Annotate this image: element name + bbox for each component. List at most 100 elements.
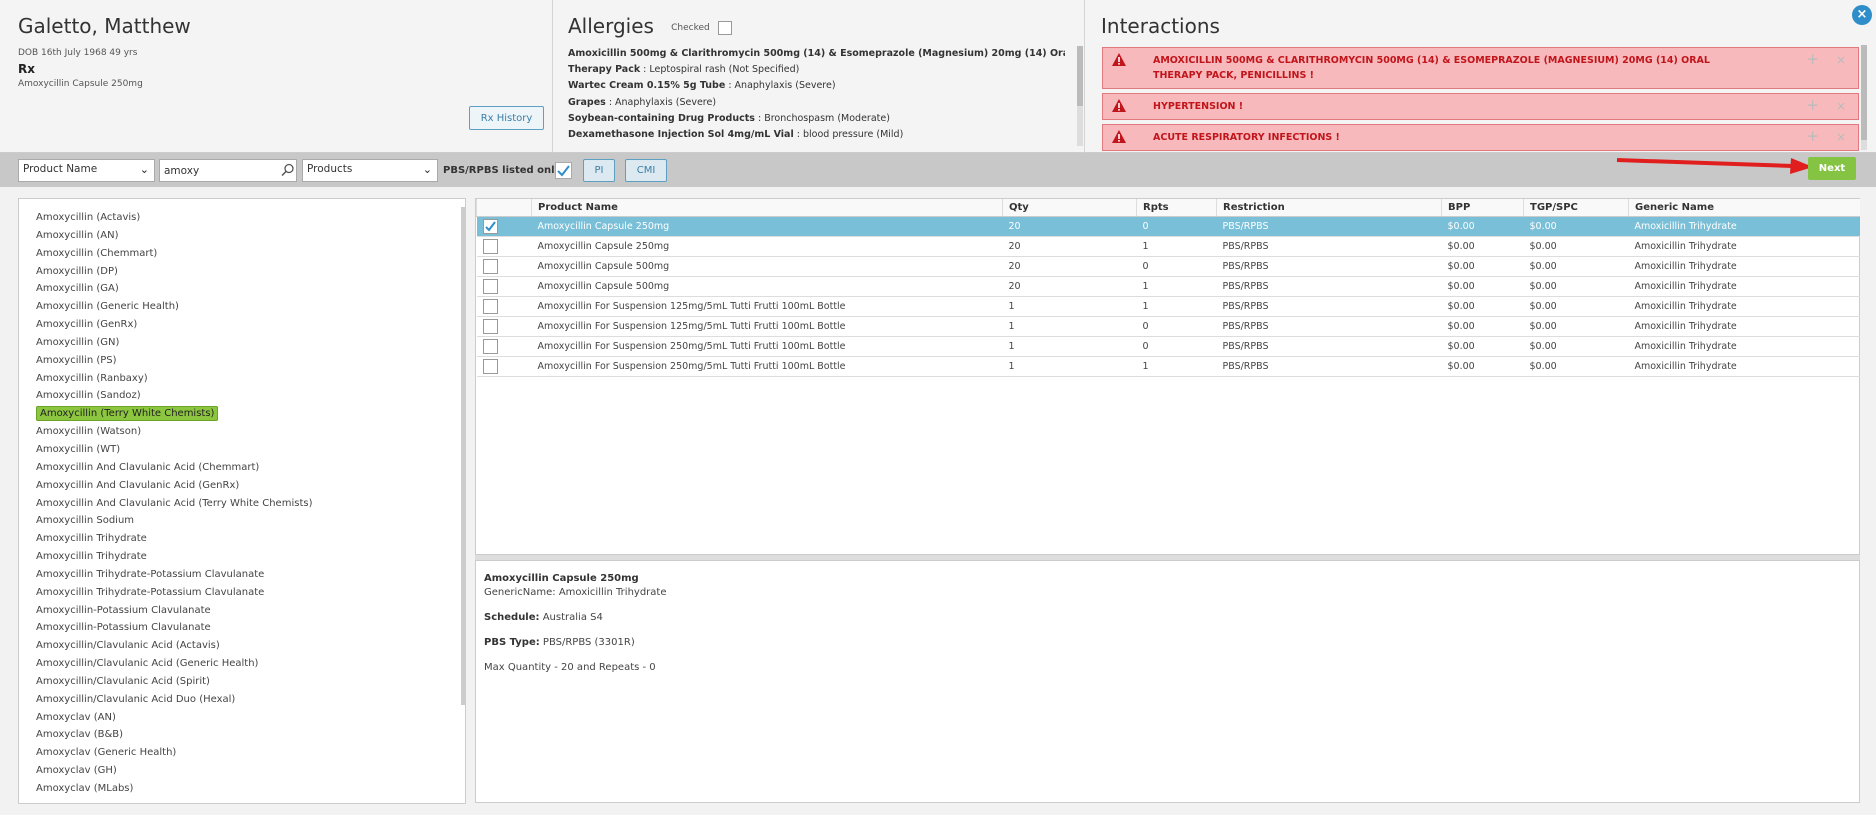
plus-icon[interactable]: + <box>1806 98 1819 113</box>
list-item[interactable]: Amoxyclav (Generic Health) <box>33 744 453 762</box>
table-row[interactable]: Amoxycillin Capsule 250mg 20 0 PBS/RPBS $0.0… <box>476 216 1860 237</box>
dismiss-icon[interactable]: × <box>1836 53 1846 68</box>
list-item[interactable]: Amoxycillin And Clavulanic Acid (Chemmar… <box>33 459 453 477</box>
column-header[interactable]: Qty <box>1002 199 1137 217</box>
column-header[interactable]: Restriction <box>1216 199 1442 217</box>
list-item[interactable]: Amoxycillin (Generic Health) <box>33 298 453 316</box>
plus-icon[interactable]: + <box>1806 52 1819 67</box>
list-item[interactable]: Amoxycillin/Clavulanic Acid (Generic Hea… <box>33 655 453 673</box>
list-item[interactable]: Amoxycillin (Ranbaxy) <box>33 370 453 388</box>
dismiss-icon[interactable]: × <box>1836 130 1846 145</box>
plus-icon[interactable]: + <box>1806 129 1819 144</box>
list-item[interactable]: Amoxycillin (GN) <box>33 334 453 352</box>
search-icon[interactable] <box>281 163 295 177</box>
list-item[interactable]: Amoxycillin (Chemmart) <box>33 245 453 263</box>
row-checkbox[interactable] <box>482 338 498 354</box>
list-item[interactable]: Amoxycillin/Clavulanic Acid Duo (Hexal) <box>33 691 453 709</box>
list-item-label: Amoxycillin And Clavulanic Acid (GenRx) <box>36 479 240 491</box>
list-item[interactable]: Amoxycillin (GenRx) <box>33 316 453 334</box>
table-row[interactable]: Amoxycillin For Suspension 250mg/5mL Tut… <box>476 356 1860 377</box>
list-item-label: Amoxyclav (Generic Health) <box>36 747 177 759</box>
list-item[interactable]: Amoxycillin (Sandoz) <box>33 387 453 405</box>
pbs-checkbox[interactable] <box>555 162 572 179</box>
list-item-label: Amoxycillin (Terry White Chemists) <box>36 406 219 422</box>
list-item-label: Amoxycillin Trihydrate-Potassium Clavula… <box>36 568 265 580</box>
interaction-item[interactable]: AMOXICILLIN 500MG & CLARITHROMYCIN 500MG… <box>1102 47 1859 89</box>
row-checkbox[interactable] <box>482 238 498 254</box>
table-cell: Amoxycillin Capsule 250mg <box>531 236 1003 257</box>
list-item[interactable]: Amoxycillin-Potassium Clavulanate <box>33 602 453 620</box>
list-item[interactable]: Amoxycillin (Actavis) <box>33 209 453 227</box>
rx-history-button[interactable]: Rx History <box>469 106 544 130</box>
allergies-checked-checkbox[interactable] <box>717 21 732 35</box>
column-header[interactable]: BPP <box>1441 199 1524 217</box>
row-checkbox[interactable] <box>482 278 498 294</box>
close-icon[interactable]: × <box>1852 5 1872 25</box>
pi-button[interactable]: PI <box>583 159 615 182</box>
header: Galetto, Matthew DOB 16th July 1968 49 y… <box>0 0 1876 153</box>
list-item[interactable]: Amoxycillin (DP) <box>33 263 453 281</box>
column-header[interactable]: TGP/SPC <box>1523 199 1629 217</box>
column-header[interactable]: Generic Name <box>1628 199 1860 217</box>
checkmark-icon <box>484 220 496 232</box>
allergies-checked: Checked <box>671 21 732 35</box>
detail-title: Amoxycillin Capsule 250mg <box>484 573 639 584</box>
search-input[interactable] <box>159 159 297 182</box>
next-button[interactable]: Next <box>1808 157 1856 180</box>
scope-select[interactable]: Products ⌄ <box>302 159 438 182</box>
warning-icon <box>1112 53 1126 66</box>
list-item[interactable]: Amoxycillin (Watson) <box>33 423 453 441</box>
column-header[interactable]: Product Name <box>531 199 1003 217</box>
table-row[interactable]: Amoxycillin Capsule 500mg 20 1 PBS/RPBS $0.0… <box>476 276 1860 297</box>
table-row[interactable]: Amoxycillin For Suspension 250mg/5mL Tut… <box>476 336 1860 357</box>
list-item[interactable]: Amoxyclav (AN) <box>33 709 453 727</box>
list-item[interactable]: Amoxyclav (B&B) <box>33 726 453 744</box>
list-item[interactable]: Amoxycillin (Terry White Chemists) <box>33 405 453 423</box>
table-cell: $0.00 <box>1523 216 1629 237</box>
table-row[interactable]: Amoxycillin Capsule 250mg 20 1 PBS/RPBS $0.0… <box>476 236 1860 257</box>
row-checkbox[interactable] <box>482 218 498 234</box>
table-row[interactable]: Amoxycillin Capsule 500mg 20 0 PBS/RPBS $0.0… <box>476 256 1860 277</box>
table-cell: PBS/RPBS <box>1216 316 1442 337</box>
list-item-label: Amoxyclav (GH) <box>36 765 117 777</box>
list-item[interactable]: Amoxycillin Sodium <box>33 512 453 530</box>
detail-schedule: Schedule: Australia S4 <box>484 612 1851 623</box>
list-item-label: Amoxycillin/Clavulanic Acid (Spirit) <box>36 675 210 687</box>
interactions-scrollbar[interactable] <box>1861 45 1867 150</box>
list-item[interactable]: Amoxycillin/Clavulanic Acid (Actavis) <box>33 637 453 655</box>
list-item[interactable]: Amoxycillin And Clavulanic Acid (Terry W… <box>33 495 453 513</box>
table-cell: PBS/RPBS <box>1216 216 1442 237</box>
interaction-item[interactable]: ACUTE RESPIRATORY INFECTIONS ! + × <box>1102 124 1859 151</box>
list-item[interactable]: Amoxycillin/Clavulanic Acid (Spirit) <box>33 673 453 691</box>
cmi-button[interactable]: CMI <box>625 159 667 182</box>
left-list-scrollbar[interactable] <box>461 207 466 705</box>
table-cell: Amoxycillin Capsule 250mg <box>531 216 1003 237</box>
table-row[interactable]: Amoxycillin For Suspension 125mg/5mL Tut… <box>476 316 1860 337</box>
list-item[interactable]: Amoxycillin (PS) <box>33 352 453 370</box>
list-item[interactable]: Amoxycillin (AN) <box>33 227 453 245</box>
column-header[interactable]: Rpts <box>1136 199 1217 217</box>
row-select-cell <box>476 216 532 237</box>
list-item[interactable]: Amoxycillin Trihydrate <box>33 530 453 548</box>
list-item[interactable]: Amoxyclav (MLabs) <box>33 780 453 798</box>
list-item[interactable]: Amoxyclav (GH) <box>33 762 453 780</box>
list-item[interactable]: Amoxycillin And Clavulanic Acid (GenRx) <box>33 477 453 495</box>
table-row[interactable]: Amoxycillin For Suspension 125mg/5mL Tut… <box>476 296 1860 317</box>
table-cell: 20 <box>1002 216 1137 237</box>
list-item[interactable]: Amoxycillin Trihydrate <box>33 548 453 566</box>
list-item[interactable]: Amoxycillin (GA) <box>33 280 453 298</box>
list-item[interactable]: Amoxycillin-Potassium Clavulanate <box>33 619 453 637</box>
allergy-reaction: : blood pressure (Mild) <box>793 129 904 141</box>
row-checkbox[interactable] <box>482 358 498 374</box>
list-item[interactable]: Amoxycillin (WT) <box>33 441 453 459</box>
search-by-select[interactable]: Product Name ⌄ <box>18 159 155 182</box>
row-checkbox[interactable] <box>482 258 498 274</box>
table-cell: 0 <box>1136 316 1217 337</box>
interaction-item[interactable]: HYPERTENSION ! + × <box>1102 93 1859 120</box>
list-item[interactable]: Amoxycillin Trihydrate-Potassium Clavula… <box>33 566 453 584</box>
list-item[interactable]: Amoxycillin Trihydrate-Potassium Clavula… <box>33 584 453 602</box>
row-checkbox[interactable] <box>482 298 498 314</box>
row-checkbox[interactable] <box>482 318 498 334</box>
dismiss-icon[interactable]: × <box>1836 99 1846 114</box>
allergies-scrollbar[interactable] <box>1077 46 1083 146</box>
